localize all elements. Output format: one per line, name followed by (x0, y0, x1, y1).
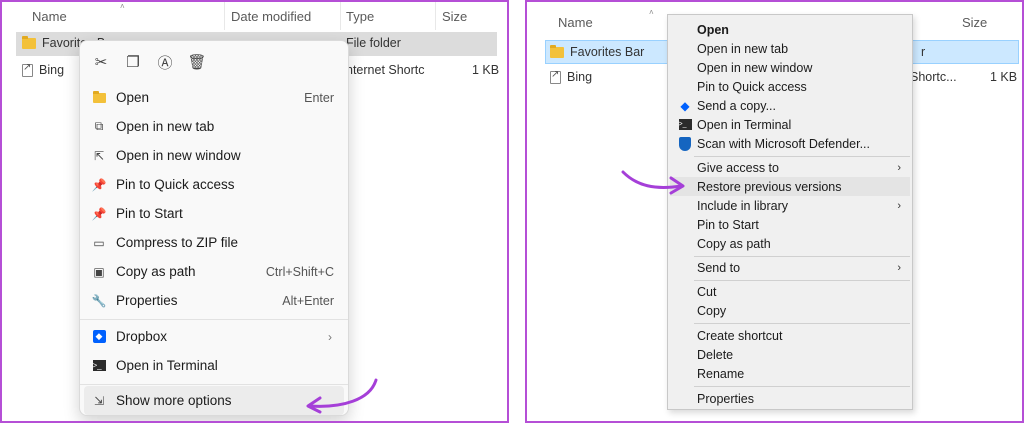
classic-item-create-shortcut[interactable]: Create shortcut (670, 326, 910, 345)
classic-item-open-new-tab[interactable]: Open in new tab (670, 39, 910, 58)
file-name: Bing (39, 63, 65, 77)
sort-arrow-icon: ˄ (120, 2, 125, 11)
classic-item-properties[interactable]: Properties (670, 389, 910, 408)
file-type: Shortc... (910, 70, 957, 84)
menu-item-pin-start[interactable]: 📌 Pin to Start (84, 199, 344, 228)
column-header-size[interactable]: Size (962, 15, 987, 30)
classic-item-pin-start[interactable]: Pin to Start (670, 215, 910, 234)
menu-item-compress-zip[interactable]: ▭ Compress to ZIP file (84, 228, 344, 257)
rename-icon[interactable]: Ⓐ (152, 49, 178, 75)
defender-shield-icon (678, 136, 692, 151)
classic-item-send-to[interactable]: Send to › (670, 258, 910, 277)
classic-item-copy[interactable]: Copy (670, 301, 910, 320)
file-type: r (921, 45, 926, 59)
menu-item-open[interactable]: Open Enter (84, 83, 344, 112)
copy-icon[interactable]: ❐ (120, 49, 146, 75)
classic-item-restore-previous-versions[interactable]: Restore previous versions (670, 177, 910, 196)
wrench-icon: 🔧 (91, 293, 107, 308)
folder-open-icon (92, 90, 106, 105)
classic-item-open[interactable]: Open (670, 20, 910, 39)
new-tab-icon: ⧉ (94, 119, 104, 133)
menu-item-copy-as-path[interactable]: ▣ Copy as path Ctrl+Shift+C (84, 257, 344, 286)
chevron-right-icon: › (328, 329, 332, 344)
classic-item-copy-as-path[interactable]: Copy as path (670, 234, 910, 253)
menu-separator (694, 156, 910, 157)
quick-action-bar: ✂ ❐ Ⓐ 🗑 (88, 49, 210, 77)
classic-item-scan-defender[interactable]: Scan with Microsoft Defender... (670, 134, 910, 153)
column-divider (340, 2, 341, 30)
dropbox-icon: ◆ (92, 330, 106, 344)
classic-item-rename[interactable]: Rename (670, 364, 910, 383)
menu-item-dropbox[interactable]: ◆ Dropbox › (84, 322, 344, 351)
classic-item-pin-quick-access[interactable]: Pin to Quick access (670, 77, 910, 96)
copy-path-icon: ▣ (93, 264, 105, 279)
classic-item-cut[interactable]: Cut (670, 282, 910, 301)
shortcut-label: Alt+Enter (282, 293, 334, 308)
classic-item-give-access[interactable]: Give access to › (670, 158, 910, 177)
classic-item-send-copy[interactable]: ◆ Send a copy... (670, 96, 910, 115)
column-header-type[interactable]: Type (346, 9, 374, 24)
terminal-icon: >_ (92, 359, 106, 373)
chevron-right-icon: › (897, 161, 901, 174)
column-header-name[interactable]: Name (32, 9, 67, 24)
shortcut-label: Enter (304, 90, 334, 105)
classic-item-open-new-window[interactable]: Open in new window (670, 58, 910, 77)
menu-item-properties[interactable]: 🔧 Properties Alt+Enter (84, 286, 344, 315)
column-header-date-modified[interactable]: Date modified (231, 9, 311, 24)
cut-icon[interactable]: ✂ (88, 49, 114, 75)
file-size: 1 KB (990, 70, 1018, 84)
folder-icon (550, 44, 564, 58)
classic-item-include-library[interactable]: Include in library › (670, 196, 910, 215)
column-header-name[interactable]: Name (558, 15, 593, 30)
internet-shortcut-icon (22, 62, 33, 77)
menu-separator (694, 323, 910, 324)
column-divider (224, 2, 225, 30)
pin-icon: 📌 (91, 177, 107, 192)
menu-separator (694, 256, 910, 257)
file-type: nternet Shortc (346, 63, 425, 77)
new-window-icon: ⇱ (93, 148, 105, 163)
classic-item-open-terminal[interactable]: >_ Open in Terminal (670, 115, 910, 134)
menu-item-open-new-window[interactable]: ⇱ Open in new window (84, 141, 344, 170)
classic-item-delete[interactable]: Delete (670, 345, 910, 364)
dropbox-icon: ◆ (680, 98, 690, 113)
file-type: File folder (346, 36, 401, 50)
zip-icon: ▭ (93, 235, 105, 250)
menu-item-open-new-tab[interactable]: ⧉ Open in new tab (84, 112, 344, 141)
file-name: Favorites Bar (570, 45, 645, 59)
column-divider (435, 2, 436, 30)
classic-context-menu: Open Open in new tab Open in new window … (667, 14, 913, 410)
more-options-icon: ⇲ (93, 393, 105, 408)
folder-icon (22, 35, 36, 49)
pointer-arrow (306, 378, 378, 414)
pin-icon: 📌 (91, 206, 107, 221)
pointer-arrow (621, 170, 685, 195)
menu-item-pin-quick-access[interactable]: 📌 Pin to Quick access (84, 170, 344, 199)
chevron-right-icon: › (897, 199, 901, 212)
file-name: Bing (567, 70, 593, 84)
shortcut-label: Ctrl+Shift+C (265, 264, 334, 279)
terminal-icon: >_ (678, 118, 692, 132)
menu-separator (80, 319, 348, 320)
menu-separator (694, 280, 910, 281)
menu-separator (694, 386, 910, 387)
modern-context-menu: ✂ ❐ Ⓐ 🗑 Open Enter ⧉ Open in new tab ⇱ O… (79, 40, 349, 416)
file-size: 1 KB (472, 63, 500, 77)
left-screenshot-panel: ˄ Name Date modified Type Size Favorites… (0, 0, 509, 423)
column-header-size[interactable]: Size (442, 9, 467, 24)
chevron-right-icon: › (897, 261, 901, 274)
sort-arrow-icon: ˄ (649, 8, 654, 17)
internet-shortcut-icon (550, 69, 561, 84)
delete-icon[interactable]: 🗑 (184, 49, 210, 75)
